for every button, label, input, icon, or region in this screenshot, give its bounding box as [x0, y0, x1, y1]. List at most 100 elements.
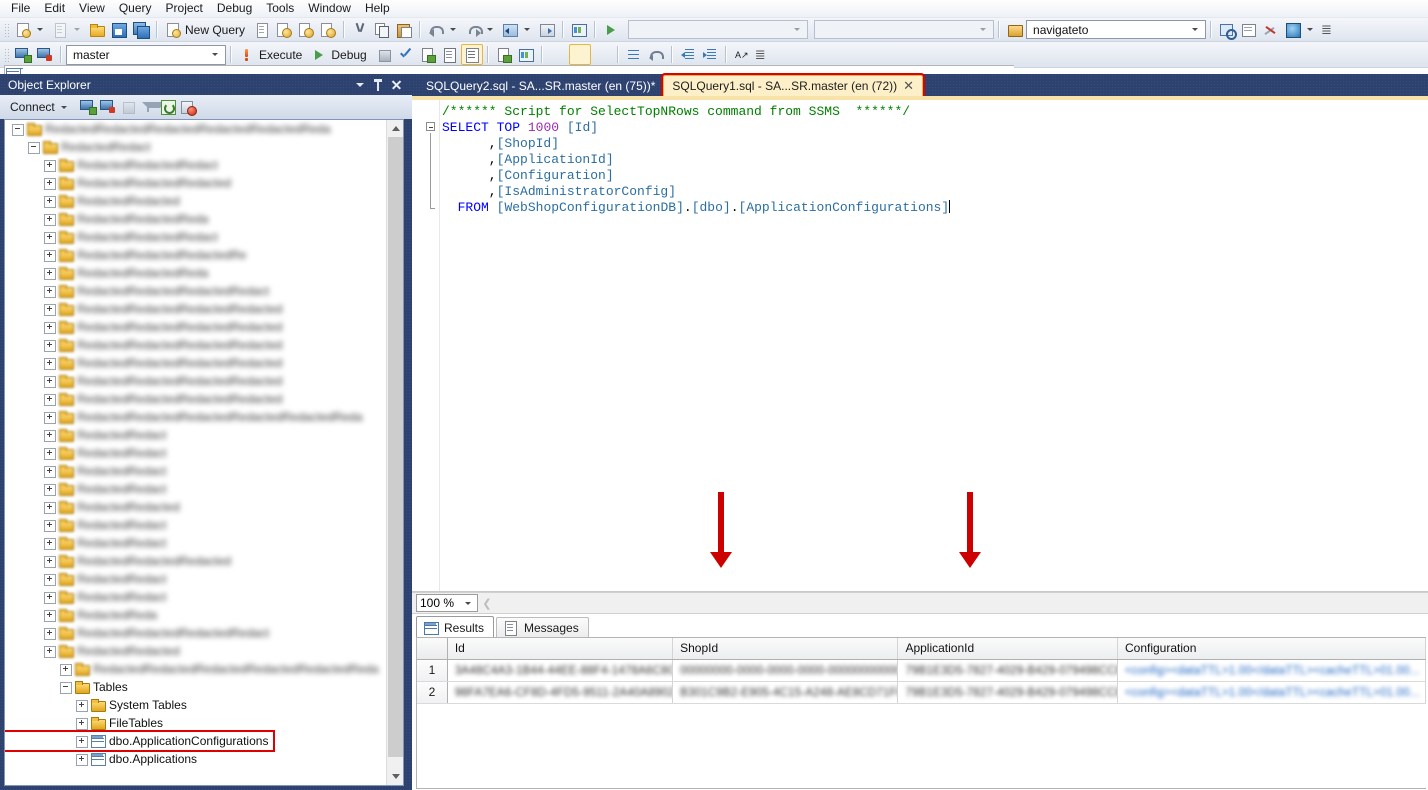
tree-node-redacted[interactable]: RedactedRedactedRedacted — [5, 552, 387, 570]
expand-node-icon[interactable] — [43, 375, 56, 388]
expand-node-icon[interactable] — [43, 537, 56, 550]
tree-node-redacted[interactable]: RedactedRedact — [5, 462, 387, 480]
expand-node-icon[interactable] — [43, 393, 56, 406]
analysis-services-dmx-query-button[interactable] — [295, 19, 317, 40]
expand-node-icon[interactable] — [43, 411, 56, 424]
tree-node-redacted[interactable]: RedactedRedactedRedacted — [5, 174, 387, 192]
tree-node-redacted[interactable]: RedactedRedactedRedactedRedact — [5, 282, 387, 300]
grid-row-number[interactable]: 2 — [417, 682, 448, 703]
web-browser-button[interactable] — [1282, 19, 1319, 40]
database-combo[interactable]: master — [66, 45, 226, 65]
expand-node-icon[interactable] — [75, 717, 88, 730]
expand-node-icon[interactable] — [75, 753, 88, 766]
include-actual-plan-button[interactable] — [493, 44, 515, 65]
uncomment-lines-button[interactable] — [645, 44, 667, 65]
refresh-button[interactable] — [158, 97, 178, 117]
tree-node-redacted[interactable]: RedactedRedacted — [5, 642, 387, 660]
expand-node-icon[interactable] — [43, 267, 56, 280]
tree-node-dbo-applications[interactable]: dbo.Applications — [5, 750, 387, 768]
connect-button[interactable] — [12, 44, 34, 65]
undo-button[interactable] — [425, 19, 462, 40]
find-combo-icon-button[interactable] — [1004, 19, 1026, 40]
parse-button[interactable] — [395, 44, 417, 65]
expand-node-icon[interactable] — [43, 159, 56, 172]
collapse-node-icon[interactable] — [11, 123, 24, 136]
object-explorer-scrollbar[interactable] — [386, 120, 403, 785]
tree-node-redacted[interactable]: RedactedRedactedRedactedRedactedRedacted… — [5, 120, 387, 138]
show-diagram-pane-button[interactable] — [568, 19, 590, 40]
properties-window-button[interactable] — [1238, 19, 1260, 40]
document-tab-2[interactable]: SQLQuery1.sql - SA...SR.master (en (72))… — [663, 75, 923, 96]
query-options-button[interactable] — [439, 44, 461, 65]
chevron-down-icon[interactable] — [487, 28, 493, 31]
toolbar-overflow-icon[interactable]: ≣ — [1321, 22, 1332, 38]
tree-node-redacted[interactable]: RedactedReda — [5, 606, 387, 624]
menu-item-view[interactable]: View — [72, 0, 112, 18]
expand-node-icon[interactable] — [43, 177, 56, 190]
cut-button[interactable] — [349, 19, 371, 40]
scroll-up-button[interactable] — [387, 120, 404, 137]
menu-item-edit[interactable]: Edit — [37, 0, 72, 18]
tree-node-redacted[interactable]: RedactedRedacted — [5, 192, 387, 210]
expand-node-icon[interactable] — [43, 249, 56, 262]
grid-cell[interactable]: <config><dataTTL>1.00</dataTTL><cacheTTL… — [1118, 660, 1426, 681]
results-to-grid-button[interactable] — [569, 44, 591, 65]
tree-node-redacted[interactable]: RedactedRedact — [5, 570, 387, 588]
grid-column-header-id[interactable]: Id — [448, 638, 673, 659]
analysis-services-mdx-query-button[interactable] — [273, 19, 295, 40]
chevron-down-icon[interactable] — [1192, 28, 1198, 31]
menu-item-query[interactable]: Query — [112, 0, 159, 18]
expand-node-icon[interactable] — [43, 357, 56, 370]
open-file-button[interactable] — [86, 19, 108, 40]
tree-node-system-tables[interactable]: System Tables — [5, 696, 387, 714]
expand-node-icon[interactable] — [43, 591, 56, 604]
window-position-button[interactable] — [352, 77, 368, 93]
expand-node-icon[interactable] — [43, 285, 56, 298]
database-engine-query-button[interactable] — [251, 19, 273, 40]
object-explorer-tree[interactable]: RedactedRedactedRedactedRedactedRedacted… — [5, 120, 387, 785]
menu-item-file[interactable]: File — [4, 0, 37, 18]
expand-node-icon[interactable] — [59, 663, 72, 676]
sql-code-text[interactable]: /****** Script for SelectTopNRows comman… — [442, 104, 950, 216]
expand-node-icon[interactable] — [43, 213, 56, 226]
chevron-down-icon[interactable] — [74, 28, 80, 31]
zoom-level-combo[interactable]: 100 % — [416, 594, 478, 612]
sql-editor[interactable]: /****** Script for SelectTopNRows comman… — [412, 100, 1428, 592]
results-to-text-button[interactable] — [547, 44, 569, 65]
tree-node-redacted[interactable]: RedactedRedactedRedactedRedactedRedacted… — [5, 660, 387, 678]
chevron-down-icon[interactable] — [524, 28, 530, 31]
expand-node-icon[interactable] — [43, 573, 56, 586]
collapse-node-icon[interactable] — [59, 681, 72, 694]
tree-node-redacted[interactable]: RedactedRedact — [5, 444, 387, 462]
copy-button[interactable] — [371, 19, 393, 40]
tree-node-redacted[interactable]: RedactedRedactedRedactedRedacted — [5, 390, 387, 408]
menu-item-window[interactable]: Window — [301, 0, 358, 18]
chevron-down-icon[interactable] — [794, 28, 800, 31]
scroll-down-button[interactable] — [387, 768, 404, 785]
toolbar-combo-1[interactable] — [628, 20, 808, 39]
decrease-indent-button[interactable] — [677, 44, 699, 65]
toolbar-grip[interactable] — [3, 47, 10, 63]
fold-toggle[interactable] — [426, 122, 435, 131]
expand-node-icon[interactable] — [43, 195, 56, 208]
stop-button[interactable] — [373, 44, 395, 65]
grid-row[interactable]: 13A48C4A3-1B44-44EE-88F4-1478A6C8C639000… — [417, 660, 1426, 682]
expand-node-icon[interactable] — [43, 501, 56, 514]
splitter-handle[interactable]: ❮ — [482, 594, 492, 612]
specify-values-button[interactable]: A↗ — [731, 44, 753, 65]
expand-node-icon[interactable] — [43, 483, 56, 496]
expand-node-icon[interactable] — [43, 231, 56, 244]
grid-column-header-configuration[interactable]: Configuration — [1118, 638, 1426, 659]
results-tab-results[interactable]: Results — [416, 616, 494, 638]
grid-select-all-corner[interactable] — [417, 638, 448, 659]
expand-node-icon[interactable] — [43, 321, 56, 334]
tree-node-redacted[interactable]: RedactedRedactedRedactedRedacted — [5, 354, 387, 372]
expand-node-icon[interactable] — [43, 339, 56, 352]
grid-column-header-shopid[interactable]: ShopId — [673, 638, 898, 659]
tree-node-tables[interactable]: Tables — [5, 678, 387, 696]
chevron-down-icon[interactable] — [450, 28, 456, 31]
expand-node-icon[interactable] — [43, 555, 56, 568]
include-client-statistics-button[interactable] — [515, 44, 537, 65]
toolbar-combo-2[interactable] — [814, 20, 994, 39]
expand-node-icon[interactable] — [43, 465, 56, 478]
